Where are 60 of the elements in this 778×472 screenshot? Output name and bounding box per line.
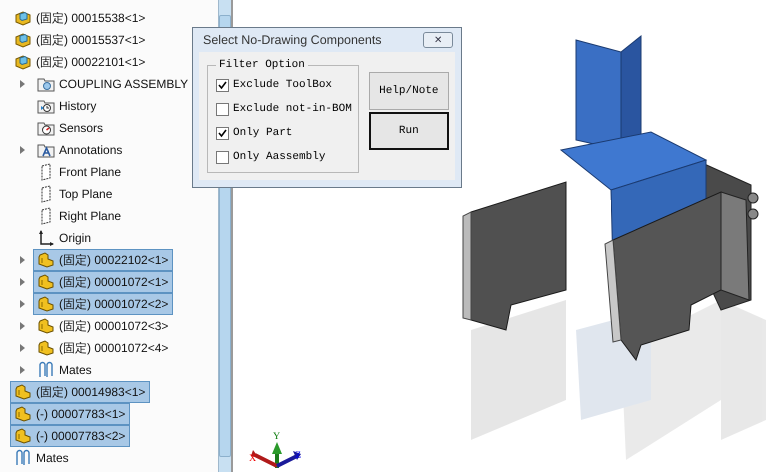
expand-arrow-icon[interactable] (20, 146, 25, 154)
tree-item[interactable]: Origin (33, 227, 96, 249)
expand-arrow-icon[interactable] (20, 344, 25, 352)
axis-label: Y (273, 431, 280, 442)
expand-arrow-icon[interactable] (20, 366, 25, 374)
tree-item[interactable]: (固定) 00001072<4> (33, 337, 174, 359)
group-title: Filter Option (218, 59, 306, 71)
tree-item[interactable]: Top Plane (33, 183, 118, 205)
expand-arrow-icon[interactable] (20, 80, 25, 88)
axis-label: Z (295, 450, 302, 461)
tree-item[interactable]: (固定) 00001072<2> (33, 293, 174, 315)
expand-arrow-icon[interactable] (20, 322, 25, 330)
tree-item[interactable]: History (33, 95, 102, 117)
tree-item[interactable]: Annotations (33, 139, 128, 161)
tree-item[interactable]: (固定) 00001072<3> (33, 315, 174, 337)
part-icon (37, 295, 55, 313)
expand-arrow-icon[interactable] (20, 278, 25, 286)
tree-item[interactable]: (固定) 00022101<1> (10, 51, 150, 73)
dialog-button[interactable]: Run (368, 112, 449, 150)
expand-arrow-icon[interactable] (20, 256, 25, 264)
axis-label: X (249, 453, 256, 464)
tree-item[interactable]: Mates (10, 447, 74, 469)
part-icon (14, 405, 32, 423)
part-icon (14, 53, 32, 71)
part-icon (14, 31, 32, 49)
checkbox[interactable] (216, 150, 229, 164)
expand-arrow-icon[interactable] (20, 300, 25, 308)
tree-item[interactable]: Front Plane (33, 161, 126, 183)
part-icon (37, 317, 55, 335)
tree-item[interactable]: Sensors (33, 117, 108, 139)
origin-icon (37, 229, 55, 247)
close-button[interactable]: ✕ (423, 32, 453, 48)
tree-item[interactable]: Right Plane (33, 205, 126, 227)
checkbox-label[interactable]: Only Aassembly (233, 151, 326, 163)
part-icon (14, 9, 32, 27)
checkbox[interactable] (216, 102, 229, 116)
dialog-button[interactable]: Help/Note (368, 72, 449, 110)
part-icon (14, 427, 32, 445)
dialog-title: Select No-Drawing Components (203, 33, 382, 47)
tree-item[interactable]: (固定) 00022102<1> (33, 249, 174, 271)
part-icon (37, 273, 55, 291)
tree-item[interactable]: (固定) 00001072<1> (33, 271, 174, 293)
checkbox-label[interactable]: Exclude ToolBox (233, 79, 332, 91)
axis-triad-icon (251, 442, 301, 468)
tree-item[interactable]: (固定) 00014983<1> (10, 381, 150, 403)
checkbox[interactable] (216, 78, 229, 92)
part-icon (37, 251, 55, 269)
paperclip-icon (14, 449, 32, 467)
part-icon (37, 339, 55, 357)
paperclip-icon (37, 361, 55, 379)
tree-item[interactable]: (固定) 00015538<1> (10, 7, 150, 29)
checkbox-label[interactable]: Only Part (233, 127, 292, 139)
checkbox-label[interactable]: Exclude not-in-BOM (233, 103, 352, 115)
tree-item[interactable]: (-) 00007783<2> (10, 425, 130, 447)
checkbox[interactable] (216, 126, 229, 140)
tree-item[interactable]: COUPLING ASSEMBLY (33, 73, 194, 95)
part-icon (14, 383, 32, 401)
tree-item[interactable]: Mates (33, 359, 97, 381)
tree-item[interactable]: (-) 00007783<1> (10, 403, 130, 425)
tree-item[interactable]: (固定) 00015537<1> (10, 29, 150, 51)
